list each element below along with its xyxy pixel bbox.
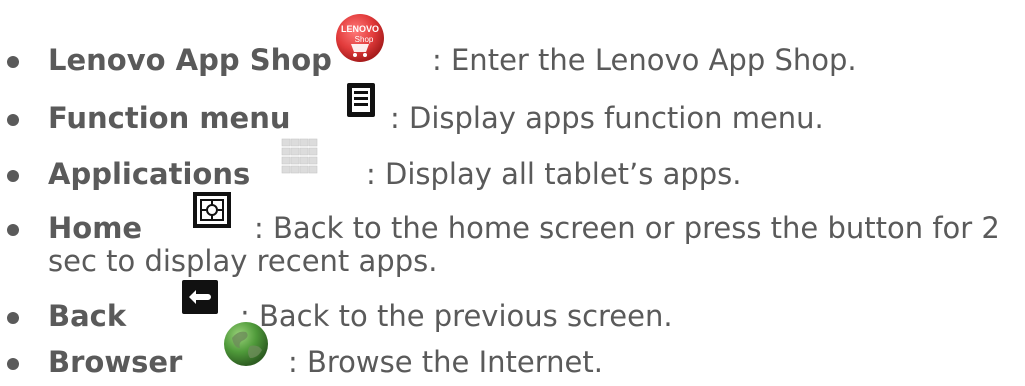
item-description: : Enter the Lenovo App Shop.	[432, 43, 857, 77]
shop-icon-text-2: Shop	[355, 35, 374, 44]
home-icon[interactable]	[193, 192, 231, 228]
item-label: Function menu	[48, 101, 291, 135]
item-label: Home	[48, 211, 143, 245]
bullet	[7, 56, 19, 68]
item-description: : Display all tablet’s apps.	[366, 157, 742, 191]
item-label: Lenovo App Shop	[48, 43, 332, 77]
item-label: Back	[48, 299, 127, 333]
bullet	[7, 114, 19, 126]
item-description: : Back to the home screen or press the b…	[254, 211, 1000, 245]
item-description: : Back to the previous screen.	[240, 299, 673, 333]
list-item-applications: Applications : Display all tablet’s apps…	[0, 138, 1025, 198]
item-label: Browser	[48, 345, 183, 379]
bullet	[7, 312, 19, 324]
list-item-browser: Browser : Browse the Internet.	[0, 322, 1025, 386]
list-item-home: Home : Back to the home screen or press …	[0, 192, 1025, 284]
item-label: Applications	[48, 157, 251, 191]
item-description: : Display apps function menu.	[390, 101, 824, 135]
bullet	[7, 358, 19, 370]
bullet	[7, 224, 19, 236]
browser-globe-icon[interactable]	[222, 320, 270, 368]
list-item-function-menu: Function menu : Display apps function me…	[0, 83, 1025, 142]
shop-icon-text-1: LENOVO	[341, 24, 379, 34]
applications-grid-icon[interactable]	[281, 138, 319, 174]
back-icon[interactable]	[182, 280, 218, 314]
function-menu-icon[interactable]	[346, 82, 376, 118]
item-description-continued: sec to display recent apps.	[48, 244, 438, 278]
bullet	[7, 170, 19, 182]
list-item-back: Back : Back to the previous screen.	[0, 280, 1025, 340]
item-description: : Browse the Internet.	[288, 345, 603, 379]
list-item-lenovo-app-shop: Lenovo App Shop LENOVO Shop : Enter the …	[0, 14, 1025, 84]
lenovo-app-shop-icon[interactable]: LENOVO Shop	[334, 12, 386, 64]
